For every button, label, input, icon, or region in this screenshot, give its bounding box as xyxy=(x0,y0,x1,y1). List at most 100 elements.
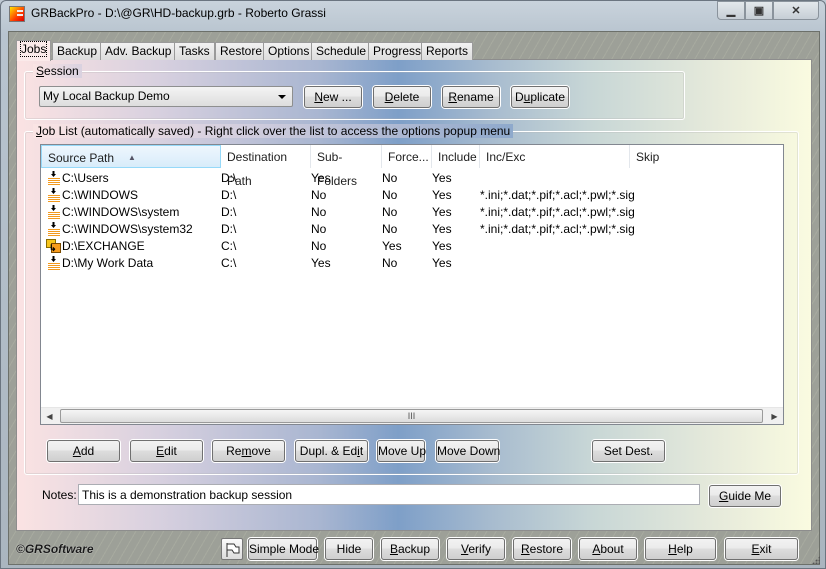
cell-include: Yes xyxy=(432,205,452,219)
notes-label: Notes: xyxy=(42,488,77,502)
cell-source-path: C:\WINDOWS\system xyxy=(62,205,180,219)
session-select[interactable]: My Local Backup Demo xyxy=(39,86,293,107)
exchange-job-icon: ↳ xyxy=(46,239,61,253)
cell-source-path: D:\My Work Data xyxy=(62,256,154,270)
backup-job-icon xyxy=(48,205,60,219)
duplicate-edit-job-button[interactable]: Dupl. & Edit xyxy=(295,440,368,462)
column-header-inc-exc[interactable]: Inc/Exc xyxy=(480,145,630,168)
cell-sub-folders: No xyxy=(311,188,327,202)
hide-button[interactable]: Hide xyxy=(325,538,373,560)
table-row[interactable]: C:\WINDOWS\system D:\ No No Yes *.ini;*.dat;*… xyxy=(41,204,783,221)
tab-restore[interactable]: Restore xyxy=(215,42,268,60)
verify-button[interactable]: Verify xyxy=(447,538,505,560)
cell-force: No xyxy=(382,171,398,185)
scrollbar-thumb[interactable]: III xyxy=(60,409,763,423)
cell-inc-exc: *.ini;*.dat;*.pif;*.acl;*.pwl;*.sig xyxy=(480,188,635,202)
move-up-button[interactable]: Move Up xyxy=(377,440,426,462)
notes-input[interactable] xyxy=(78,484,700,505)
set-destination-button[interactable]: Set Dest. xyxy=(592,440,665,462)
new-session-button[interactable]: New ... xyxy=(304,86,362,108)
edit-job-button[interactable]: Edit xyxy=(130,440,203,462)
table-row[interactable]: C:\Users D:\ Yes No Yes xyxy=(41,170,783,187)
help-button[interactable]: Help xyxy=(645,538,716,560)
cell-include: Yes xyxy=(432,188,452,202)
column-header-destination-path[interactable]: Destination Path xyxy=(221,145,311,188)
column-header-include[interactable]: Include xyxy=(432,145,480,168)
simple-mode-button[interactable]: Simple Mode xyxy=(248,538,319,560)
restore-button[interactable]: Restore xyxy=(513,538,571,560)
cell-destination-path: D:\ xyxy=(221,205,237,219)
maximize-button[interactable]: ▣ xyxy=(745,1,773,20)
minimize-icon: ▁ xyxy=(726,5,736,17)
column-header-source-path[interactable]: ▲ Source Path xyxy=(41,145,221,168)
add-job-button[interactable]: Add xyxy=(47,440,120,462)
copyright-label: ©GRSoftware xyxy=(16,542,94,556)
backup-job-icon xyxy=(48,256,60,270)
app-icon[interactable] xyxy=(9,6,25,22)
cell-force: No xyxy=(382,205,398,219)
cell-source-path: D:\EXCHANGE xyxy=(62,239,145,253)
scroll-right-icon[interactable]: ▶ xyxy=(766,408,783,425)
backup-job-icon xyxy=(48,171,60,185)
maximize-icon: ▣ xyxy=(753,5,765,17)
sort-ascending-icon: ▲ xyxy=(128,153,136,162)
backup-job-icon xyxy=(48,222,60,236)
close-icon: ✕ xyxy=(791,5,801,17)
cell-destination-path: C:\ xyxy=(221,239,237,253)
cell-destination-path: D:\ xyxy=(221,222,237,236)
cell-include: Yes xyxy=(432,256,452,270)
tab-tasks[interactable]: Tasks xyxy=(174,42,215,60)
remove-job-button[interactable]: Remove xyxy=(212,440,285,462)
flag-button[interactable] xyxy=(221,538,243,560)
cell-sub-folders: No xyxy=(311,205,327,219)
table-row[interactable]: C:\WINDOWS\system32 D:\ No No Yes *.ini;*.dat… xyxy=(41,221,783,238)
scroll-left-icon[interactable]: ◀ xyxy=(41,408,58,425)
move-down-button[interactable]: Move Down xyxy=(436,440,500,462)
table-row[interactable]: C:\WINDOWS D:\ No No Yes *.ini;*.dat;*.pif;*.… xyxy=(41,187,783,204)
column-header-skip[interactable]: Skip xyxy=(630,145,783,168)
exit-button[interactable]: Exit xyxy=(725,538,798,560)
backup-job-icon xyxy=(48,188,60,202)
cell-inc-exc: *.ini;*.dat;*.pif;*.acl;*.pwl;*.sig xyxy=(480,205,635,219)
rename-session-button[interactable]: Rename xyxy=(442,86,500,108)
cell-force: No xyxy=(382,222,398,236)
flag-icon xyxy=(226,543,240,557)
tab-reports[interactable]: Reports xyxy=(421,42,474,60)
cell-force: No xyxy=(382,188,398,202)
column-header-sub-folders[interactable]: Sub-Folders xyxy=(311,145,382,188)
horizontal-scrollbar[interactable]: ◀ III ▶ xyxy=(41,407,783,424)
cell-destination-path: D:\ xyxy=(221,188,237,202)
job-list-group-label: Job List (automatically saved) - Right c… xyxy=(33,124,514,138)
session-select-value: My Local Backup Demo xyxy=(43,89,170,103)
minimize-button[interactable]: ▁ xyxy=(717,1,745,20)
cell-include: Yes xyxy=(432,239,452,253)
cell-include: Yes xyxy=(432,171,452,185)
cell-include: Yes xyxy=(432,222,452,236)
cell-sub-folders: Yes xyxy=(311,256,331,270)
tab-options[interactable]: Options xyxy=(263,42,315,60)
guide-me-button[interactable]: Guide Me xyxy=(709,485,781,507)
tab-adv-backup[interactable]: Adv. Backup xyxy=(100,42,177,60)
cell-source-path: C:\WINDOWS\system32 xyxy=(62,222,193,236)
cell-force: No xyxy=(382,256,398,270)
table-row[interactable]: ↳ D:\EXCHANGE C:\ No Yes Yes xyxy=(41,238,783,255)
about-button[interactable]: About xyxy=(579,538,637,560)
duplicate-session-button[interactable]: Duplicate xyxy=(511,86,569,108)
tab-schedule[interactable]: Schedule xyxy=(311,42,372,60)
window-title: GRBackPro - D:\@GR\HD-backup.grb - Rober… xyxy=(31,6,326,20)
column-header-force[interactable]: Force... xyxy=(382,145,432,168)
job-list[interactable]: ▲ Source Path Destination Path Sub-Folder… xyxy=(40,144,784,425)
tab-jobs[interactable]: Jobs xyxy=(16,40,52,61)
delete-session-button[interactable]: Delete xyxy=(373,86,431,108)
cell-sub-folders: Yes xyxy=(311,171,331,185)
cell-destination-path: C:\ xyxy=(221,256,237,270)
close-button[interactable]: ✕ xyxy=(773,1,819,20)
table-row[interactable]: D:\My Work Data C:\ Yes No Yes xyxy=(41,255,783,272)
tab-progress[interactable]: Progress xyxy=(368,42,427,60)
title-bar[interactable]: GRBackPro - D:\@GR\HD-backup.grb - Rober… xyxy=(1,1,826,25)
backup-button[interactable]: Backup xyxy=(381,538,439,560)
cell-sub-folders: No xyxy=(311,222,327,236)
cell-force: Yes xyxy=(382,239,402,253)
app-window: GRBackPro - D:\@GR\HD-backup.grb - Rober… xyxy=(0,0,826,569)
tab-backup[interactable]: Backup xyxy=(52,42,103,60)
